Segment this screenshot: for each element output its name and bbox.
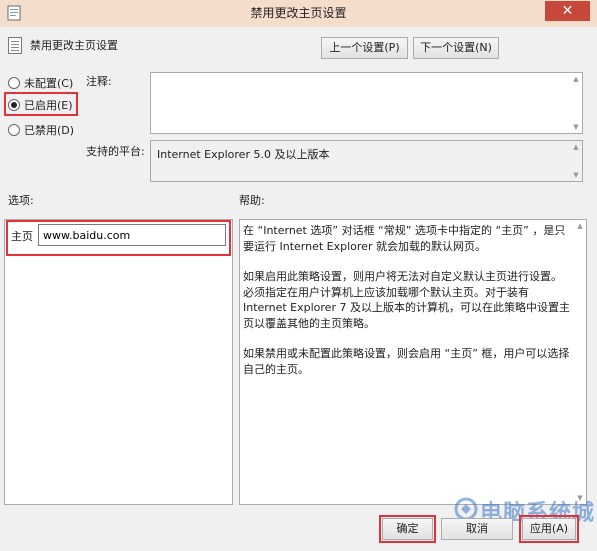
scroll-down-icon[interactable]: ▼ (570, 121, 582, 133)
supported-platform-box: Internet Explorer 5.0 及以上版本 (150, 140, 583, 182)
help-paragraph: 在 “Internet 选项” 对话框 “常规” 选项卡中指定的 “主页” ，是… (243, 224, 566, 253)
supported-platform-label: 支持的平台: (86, 145, 145, 158)
enabled-highlight-box (4, 92, 78, 116)
scroll-down-icon[interactable]: ▼ (570, 169, 582, 181)
window-title: 禁用更改主页设置 (250, 6, 347, 20)
comment-scrollbar[interactable]: ▲ ▼ (570, 73, 582, 133)
homepage-url-input[interactable] (38, 224, 226, 246)
radio-disabled-indicator[interactable] (8, 124, 20, 136)
help-scrollbar[interactable]: ▲ ▼ (574, 220, 586, 504)
cancel-button[interactable]: 取消 (441, 518, 513, 540)
apply-button[interactable]: 应用(A) (522, 518, 576, 540)
supported-platform-value: Internet Explorer 5.0 及以上版本 (157, 148, 330, 161)
radio-disabled-label: 已禁用(D) (24, 124, 75, 137)
comment-textarea[interactable] (150, 72, 583, 134)
scroll-up-icon[interactable]: ▲ (570, 73, 582, 85)
platform-scrollbar[interactable]: ▲ ▼ (570, 141, 582, 181)
help-paragraph: 如果禁用或未配置此策略设置，则会启用 “主页” 框，用户可以选择自己的主页。 (243, 347, 570, 376)
close-button[interactable]: ✕ (545, 1, 590, 21)
radio-not-configured-indicator[interactable] (8, 77, 20, 89)
homepage-label: 主页 (11, 230, 33, 243)
policy-name: 禁用更改主页设置 (30, 39, 118, 52)
help-section-label: 帮助: (239, 194, 265, 207)
comment-label: 注释: (86, 75, 112, 88)
help-paragraph: 如果启用此策略设置，则用户将无法对自定义默认主页进行设置。必须指定在用户计算机上… (243, 270, 570, 330)
next-setting-button[interactable]: 下一个设置(N) (413, 37, 499, 59)
policy-setting-icon (8, 37, 22, 54)
scroll-up-icon[interactable]: ▲ (570, 141, 582, 153)
scroll-up-icon[interactable]: ▲ (574, 220, 586, 232)
options-panel (4, 219, 233, 505)
radio-disabled[interactable]: 已禁用(D) (8, 122, 74, 138)
ok-button[interactable]: 确定 (382, 518, 433, 540)
previous-setting-button[interactable]: 上一个设置(P) (321, 37, 408, 59)
radio-not-configured-label: 未配置(C) (24, 77, 74, 90)
help-text: 在 “Internet 选项” 对话框 “常规” 选项卡中指定的 “主页” ，是… (243, 223, 571, 392)
radio-not-configured[interactable]: 未配置(C) (8, 75, 73, 91)
options-section-label: 选项: (8, 194, 34, 207)
